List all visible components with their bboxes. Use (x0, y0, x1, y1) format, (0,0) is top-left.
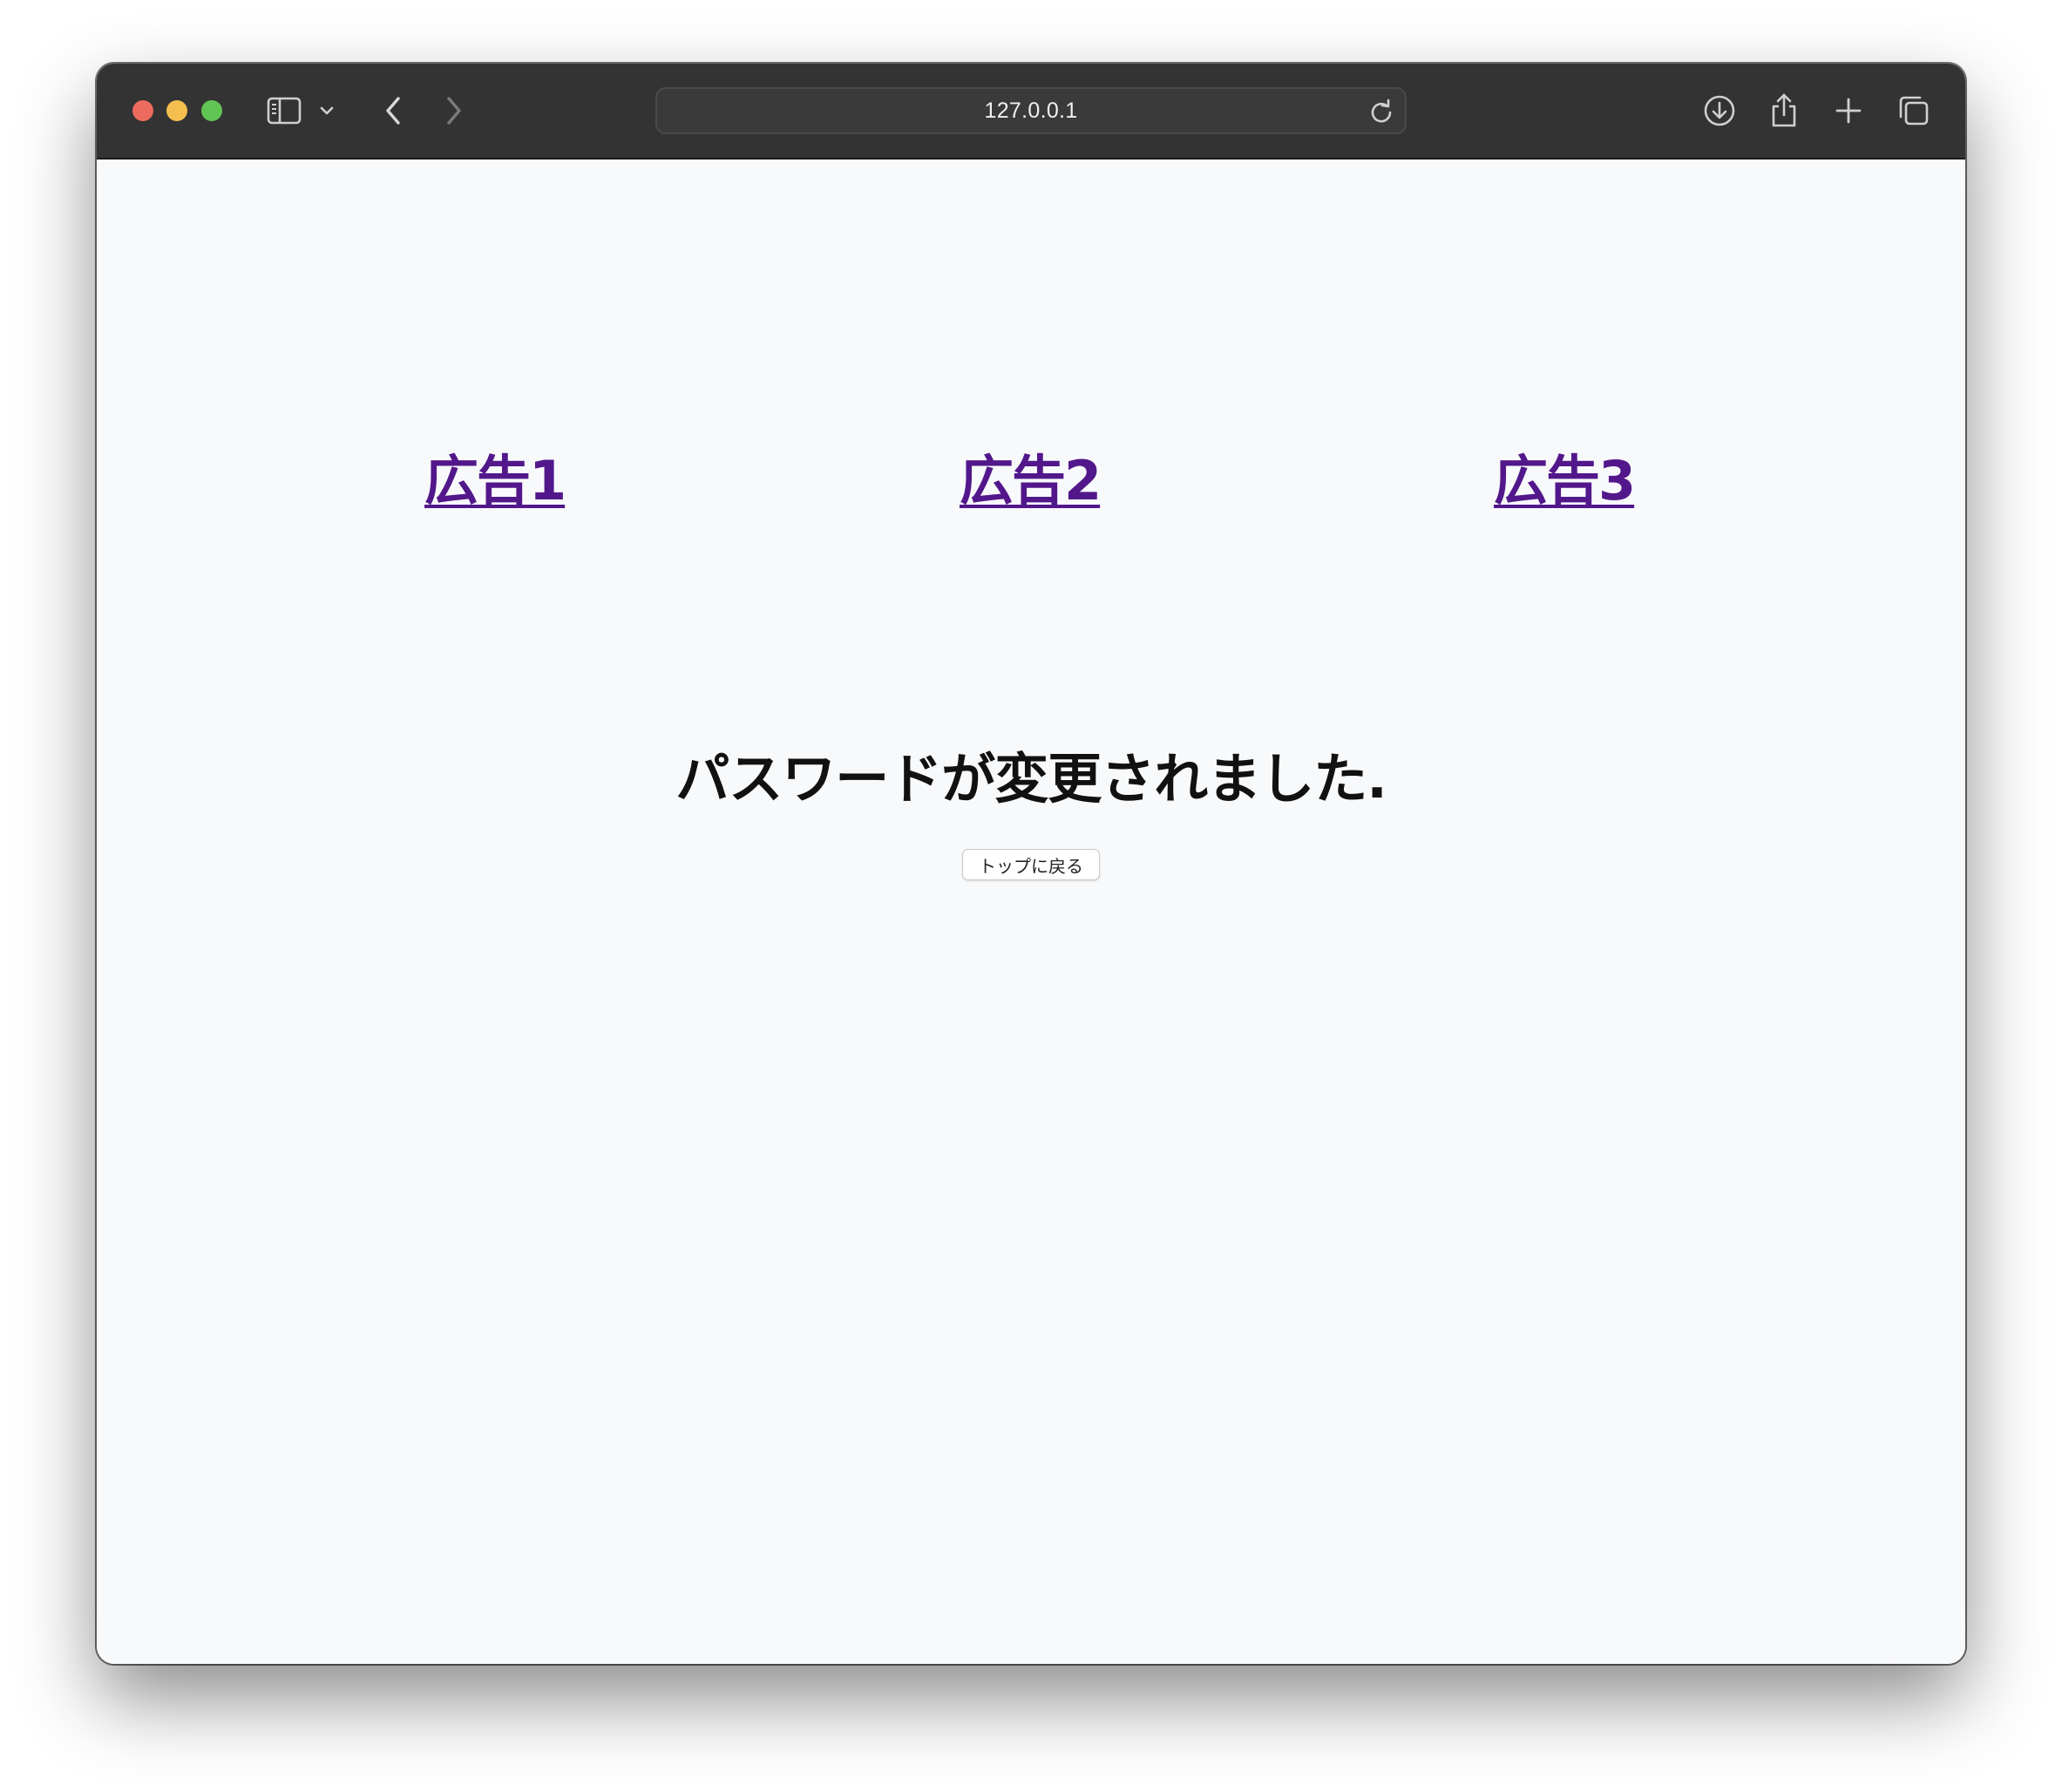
forward-arrow-icon[interactable] (433, 90, 475, 132)
url-text: 127.0.0.1 (984, 98, 1078, 123)
browser-window: 127.0.0.1 広告1 広告2 広告3 パスワードが変更されました. トップ… (97, 64, 1965, 1664)
ad-link-3[interactable]: 広告3 (1494, 437, 1636, 515)
download-icon[interactable] (1699, 90, 1740, 132)
reload-icon[interactable] (1368, 98, 1394, 125)
page-content: 広告1 広告2 広告3 パスワードが変更されました. トップに戻る (97, 160, 1965, 1664)
ad-link-1[interactable]: 広告1 (424, 437, 566, 515)
password-changed-message: パスワードが変更されました. (675, 747, 1387, 811)
minimize-window-button[interactable] (166, 100, 187, 121)
browser-toolbar: 127.0.0.1 (97, 64, 1965, 160)
plus-icon[interactable] (1828, 90, 1869, 132)
share-icon[interactable] (1763, 90, 1805, 132)
back-to-top-button[interactable]: トップに戻る (962, 849, 1100, 880)
zoom-window-button[interactable] (201, 100, 222, 121)
sidebar-icon[interactable] (263, 90, 305, 132)
close-window-button[interactable] (132, 100, 153, 121)
chevron-down-icon[interactable] (315, 90, 339, 132)
back-arrow-icon[interactable] (372, 90, 414, 132)
tabs-overview-icon[interactable] (1893, 90, 1935, 132)
address-bar[interactable]: 127.0.0.1 (655, 87, 1407, 134)
ad-link-2[interactable]: 広告2 (960, 437, 1102, 515)
